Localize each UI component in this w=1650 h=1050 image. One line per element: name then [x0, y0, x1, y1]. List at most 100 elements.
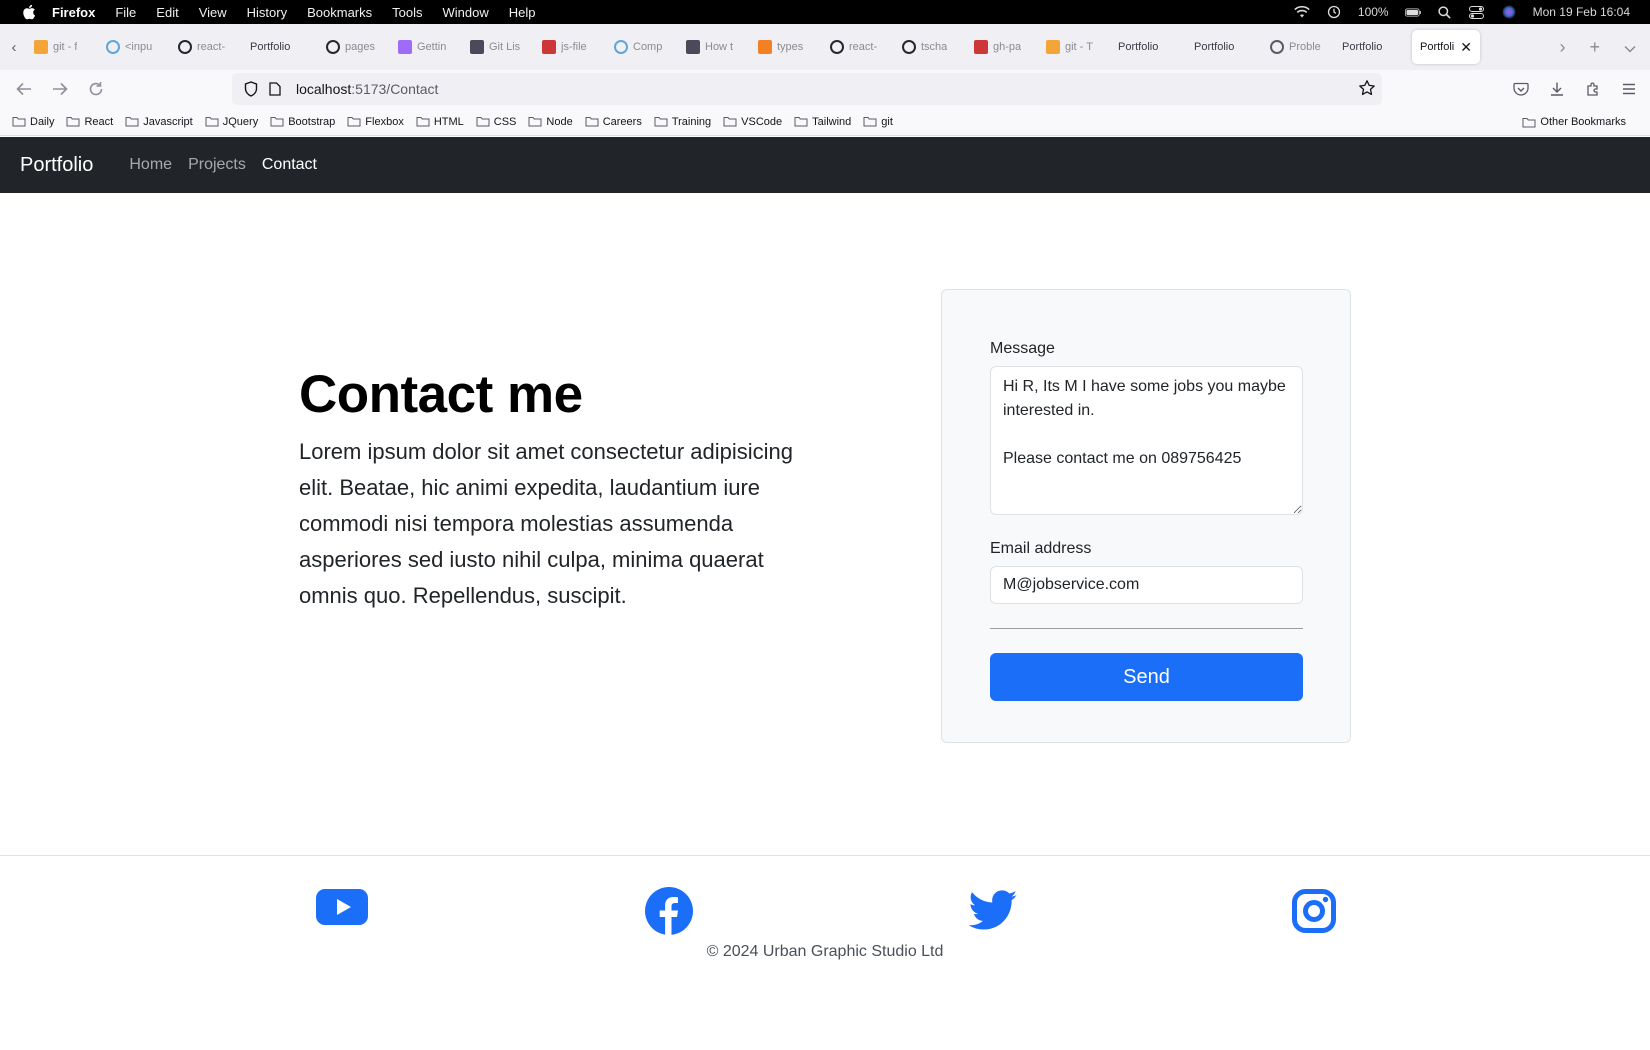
tab-scroll-right-icon[interactable]: › [1559, 37, 1565, 58]
list-all-tabs-icon[interactable] [1624, 37, 1636, 58]
bookmark-folder[interactable]: Training [654, 116, 711, 128]
tab-item[interactable]: git - f [28, 30, 98, 64]
tab-item[interactable]: pages [320, 30, 390, 64]
tab-label: Comp [633, 41, 663, 53]
folder-icon [528, 117, 542, 127]
downloads-icon[interactable] [1546, 81, 1568, 97]
tab-item[interactable]: Portfolio [1112, 30, 1186, 64]
nav-link-contact[interactable]: Contact [262, 156, 317, 174]
github-icon [178, 40, 192, 54]
tab-item[interactable]: types [752, 30, 822, 64]
twitter-icon[interactable] [968, 890, 1018, 937]
control-center-icon[interactable] [1469, 5, 1485, 19]
apple-icon[interactable] [20, 4, 38, 20]
tab-item[interactable]: git - T [1040, 30, 1110, 64]
tab-label: pages [345, 41, 375, 53]
tab-scroll-left-icon[interactable]: ‹ [0, 39, 28, 56]
bookmark-folder[interactable]: Tailwind [794, 116, 851, 128]
bookmark-label: VSCode [741, 115, 783, 128]
tab-label: Portfolio [1342, 41, 1383, 53]
tab-item[interactable]: Portfolio [1336, 30, 1410, 64]
tab-active[interactable]: Portfoli ✕ [1412, 30, 1480, 64]
tracking-protection-shield-icon[interactable] [240, 81, 262, 97]
bookmark-label: Bootstrap [288, 115, 336, 128]
tab-item[interactable]: <inpu [100, 30, 170, 64]
facebook-icon[interactable] [644, 886, 694, 941]
menu-bookmarks[interactable]: Bookmarks [307, 5, 372, 20]
bookmark-folder[interactable]: Careers [585, 116, 642, 128]
folder-icon [794, 117, 808, 127]
page-title: Contact me [299, 365, 583, 424]
bookmark-label: HTML [433, 115, 464, 128]
navbar-brand[interactable]: Portfolio [20, 154, 93, 177]
menu-window[interactable]: Window [443, 5, 489, 20]
wifi-icon[interactable] [1294, 5, 1310, 19]
instagram-icon[interactable] [1292, 889, 1336, 938]
spotlight-search-icon[interactable] [1437, 5, 1453, 19]
page-info-icon[interactable] [264, 82, 286, 96]
bookmark-folder[interactable]: React [66, 116, 113, 128]
other-bookmarks-folder[interactable]: Other Bookmarks [1522, 108, 1626, 136]
battery-icon[interactable] [1404, 5, 1421, 19]
email-input[interactable] [990, 566, 1303, 604]
menu-edit[interactable]: Edit [156, 5, 178, 20]
extensions-icon[interactable] [1582, 81, 1604, 97]
menu-file[interactable]: File [115, 5, 136, 20]
menu-help[interactable]: Help [509, 5, 536, 20]
reload-icon[interactable] [78, 73, 114, 105]
menu-app-firefox[interactable]: Firefox [52, 5, 95, 20]
close-tab-icon[interactable]: ✕ [1460, 39, 1472, 56]
tab-item[interactable]: js-file [536, 30, 606, 64]
url-text[interactable]: localhost:5173/Contact [296, 81, 438, 97]
netlify-icon [470, 40, 484, 54]
menubar-clock[interactable]: Mon 19 Feb 16:04 [1533, 5, 1630, 19]
bookmark-folder[interactable]: git [863, 116, 893, 128]
bookmark-folder-list: Daily React Javascript JQuery Bootstrap Flexb… [12, 116, 905, 128]
bookmark-folder[interactable]: HTML [416, 116, 464, 128]
bookmark-folder[interactable]: Flexbox [347, 116, 404, 128]
bookmark-folder[interactable]: Daily [12, 116, 54, 128]
bookmark-folder[interactable]: Bootstrap [270, 116, 335, 128]
tab-item[interactable]: react- [172, 30, 242, 64]
back-icon[interactable] [6, 73, 42, 105]
forward-icon[interactable] [42, 73, 78, 105]
bookmark-folder[interactable]: VSCode [723, 116, 782, 128]
nav-link-projects[interactable]: Projects [188, 156, 246, 174]
youtube-icon[interactable] [316, 888, 368, 931]
message-textarea[interactable]: Hi R, Its M I have some jobs you maybe i… [990, 366, 1303, 515]
new-tab-icon[interactable]: + [1589, 37, 1600, 58]
tab-item[interactable]: gh-pa [968, 30, 1038, 64]
tab-item[interactable]: Portfolio [244, 30, 318, 64]
git-icon [1046, 40, 1060, 54]
tab-label: react- [849, 41, 878, 53]
bookmark-folder[interactable]: CSS [476, 116, 516, 128]
bookmark-label: Daily [30, 115, 55, 128]
tab-item[interactable]: react- [824, 30, 894, 64]
tab-label: Portfolio [1194, 41, 1235, 53]
nav-link-home[interactable]: Home [129, 156, 172, 174]
address-bar[interactable]: localhost:5173/Contact [232, 73, 1382, 105]
siri-icon[interactable] [1501, 5, 1517, 19]
bookmark-label: Javascript [143, 115, 193, 128]
send-button[interactable]: Send [990, 653, 1303, 701]
bookmark-star-icon[interactable] [1358, 79, 1376, 100]
tab-label: Gettin [417, 41, 447, 53]
tab-item[interactable]: Portfolio [1188, 30, 1262, 64]
tab-item[interactable]: How t [680, 30, 750, 64]
pocket-icon[interactable] [1510, 82, 1532, 97]
time-machine-icon[interactable] [1326, 5, 1342, 19]
github-icon [902, 40, 916, 54]
menu-view[interactable]: View [199, 5, 227, 20]
bookmark-folder[interactable]: JQuery [205, 116, 258, 128]
menu-history[interactable]: History [247, 5, 287, 20]
tab-item[interactable]: Git Lis [464, 30, 534, 64]
tab-item[interactable]: tscha [896, 30, 966, 64]
tab-item[interactable]: Proble [1264, 30, 1334, 64]
app-menu-icon[interactable] [1618, 83, 1640, 95]
bookmark-folder[interactable]: Node [528, 116, 573, 128]
bookmark-folder[interactable]: Javascript [125, 116, 193, 128]
bookmark-label: Tailwind [812, 115, 852, 128]
tab-item[interactable]: Comp [608, 30, 678, 64]
menu-tools[interactable]: Tools [392, 5, 422, 20]
tab-item[interactable]: Gettin [392, 30, 462, 64]
